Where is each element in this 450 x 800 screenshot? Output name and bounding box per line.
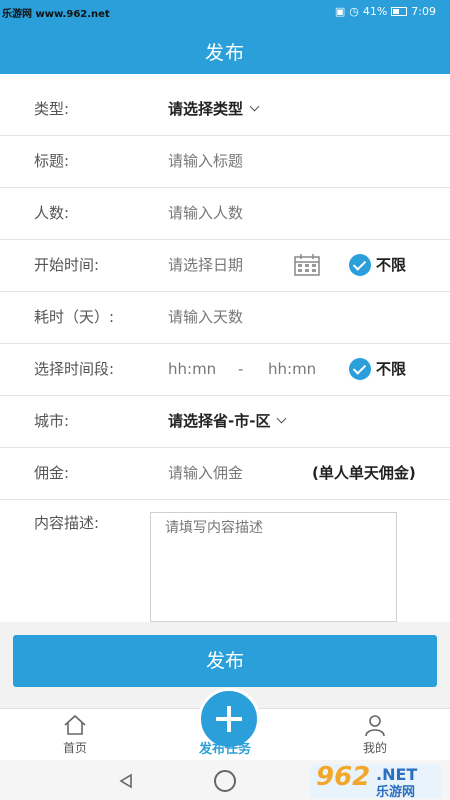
city-select-value: 请选择省-市-区 [168, 412, 271, 430]
home-circle-icon[interactable] [214, 770, 236, 792]
title-label: 标题: [34, 152, 70, 170]
period-start-input[interactable]: hh:mn [168, 344, 216, 395]
description-placeholder: 请填写内容描述 [165, 520, 263, 536]
city-label: 城市: [34, 412, 70, 430]
tab-mine-label: 我的 [362, 741, 387, 755]
start-unlimited-label[interactable]: 不限 [376, 240, 406, 291]
type-row[interactable]: 类型: 请选择类型 [0, 84, 450, 136]
vibrate-icon: ▣ [334, 5, 346, 18]
city-select[interactable]: 请选择省-市-区 [168, 396, 287, 447]
period-end-input[interactable]: hh:mn [268, 344, 316, 395]
period-unlimited-label[interactable]: 不限 [376, 344, 406, 395]
commission-input[interactable]: 请输入佣金 [168, 448, 243, 499]
page-title: 发布 [204, 42, 245, 64]
type-label: 类型: [34, 100, 70, 118]
battery-icon [391, 7, 408, 16]
status-icons: ▣ ◷ 41% 7:09 [335, 5, 436, 18]
description-row: 内容描述: 请填写内容描述 [0, 500, 450, 640]
alarm-icon: ◷ [349, 5, 359, 18]
duration-row[interactable]: 耗时（天）: 请输入天数 [0, 292, 450, 344]
watermark-logo-cn: 乐游网 [376, 785, 416, 800]
period-unlimited-checkbox[interactable] [349, 358, 371, 380]
period-label: 选择时间段: [34, 360, 115, 378]
commission-note: (单人单天佣金) [312, 464, 416, 482]
watermark-logo-number: 962 [316, 762, 371, 792]
title-row[interactable]: 标题: 请输入标题 [0, 136, 450, 188]
start-date-input[interactable]: 请选择日期 [168, 240, 243, 291]
status-bar: 乐游网 www.962.net ▣ ◷ 41% 7:09 [0, 0, 450, 26]
clock: 7:09 [411, 5, 436, 18]
duration-input[interactable]: 请输入天数 [168, 292, 243, 343]
tab-publish-task-label[interactable]: 发布任务 [165, 738, 285, 757]
publish-form: 类型: 请选择类型 标题: 请输入标题 人数: 请输入人数 开始时间: 请选择日… [0, 84, 450, 640]
commission-label: 佣金: [34, 464, 70, 482]
chevron-down-icon [249, 101, 260, 112]
start-time-label: 开始时间: [34, 256, 100, 274]
battery-percent: 41% [362, 5, 388, 18]
city-row[interactable]: 城市: 请选择省-市-区 [0, 396, 450, 448]
watermark-logo: 962 .NET 乐游网 [310, 762, 442, 800]
start-unlimited-checkbox[interactable] [349, 254, 371, 276]
system-nav-bar: 962 .NET 乐游网 [0, 760, 450, 800]
duration-label: 耗时（天）: [34, 308, 115, 326]
period-separator: - [238, 360, 244, 378]
type-select[interactable]: 请选择类型 [168, 84, 260, 135]
home-icon [64, 714, 86, 735]
title-bar: 发布 [0, 26, 450, 74]
type-select-value: 请选择类型 [168, 100, 244, 118]
title-input[interactable]: 请输入标题 [168, 136, 243, 187]
back-icon[interactable] [118, 773, 134, 789]
description-label: 内容描述: [34, 514, 100, 532]
publish-button[interactable]: 发布 [13, 635, 437, 687]
tab-home-label: 首页 [62, 741, 87, 755]
user-icon [365, 715, 385, 737]
period-row: 选择时间段: hh:mn - hh:mn 不限 [0, 344, 450, 396]
people-row[interactable]: 人数: 请输入人数 [0, 188, 450, 240]
people-label: 人数: [34, 204, 70, 222]
watermark-text: 乐游网 www.962.net [2, 9, 110, 20]
description-textarea[interactable]: 请填写内容描述 [150, 512, 397, 622]
calendar-icon[interactable] [294, 254, 320, 276]
chevron-down-icon [277, 413, 287, 424]
commission-row[interactable]: 佣金: 请输入佣金 (单人单天佣金) [0, 448, 450, 500]
start-time-row: 开始时间: 请选择日期 不限 [0, 240, 450, 292]
people-input[interactable]: 请输入人数 [168, 188, 243, 239]
